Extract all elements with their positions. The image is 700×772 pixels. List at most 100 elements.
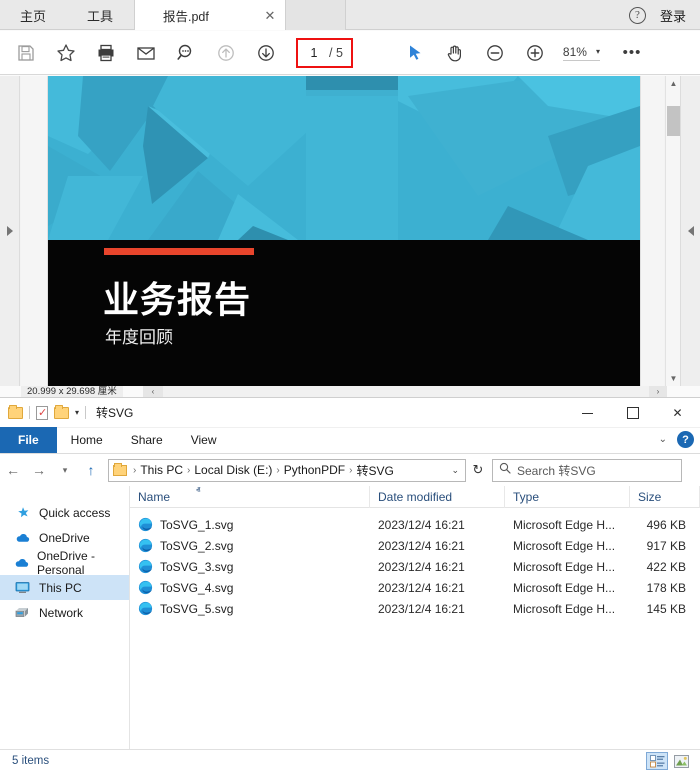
sidebar-item-label: Network (39, 605, 84, 620)
print-icon[interactable] (88, 35, 124, 71)
search-icon[interactable] (168, 35, 204, 71)
total-pages-label: / 5 (329, 45, 343, 60)
tab-home[interactable]: 主页 (0, 0, 66, 30)
tools-pane-collapse-button[interactable] (680, 76, 700, 386)
file-name-cell[interactable]: ToSVG_4.svg (130, 580, 370, 595)
column-header-date-modified[interactable]: Date modified (370, 485, 505, 508)
forward-button[interactable]: → (26, 457, 52, 483)
email-icon[interactable] (128, 35, 164, 71)
help-icon[interactable]: ? (677, 431, 694, 448)
page-number-box[interactable]: 1 / 5 (296, 37, 353, 68)
select-tool-icon[interactable] (397, 35, 433, 71)
ribbon-right-group: ⌄ ? (659, 431, 694, 448)
pdf-vertical-scrollbar[interactable]: ▲ ▼ (665, 76, 680, 386)
file-size-cell: 178 KB (646, 580, 686, 595)
column-header-size[interactable]: Size (630, 485, 700, 508)
ribbon-tab-home-label: Home (70, 433, 103, 447)
large-icons-view-button[interactable] (670, 752, 692, 770)
table-row[interactable]: ToSVG_5.svg 2023/12/4 16:21 Microsoft Ed… (130, 598, 700, 619)
cloud-icon (14, 532, 31, 544)
navigation-pane-expand-button[interactable] (0, 76, 20, 386)
breadcrumb-item-tosvg[interactable]: 转SVG (356, 462, 393, 479)
file-name-cell[interactable]: ToSVG_5.svg (130, 601, 370, 616)
sidebar-item-this-pc[interactable]: This PC (0, 575, 129, 600)
ribbon-tab-share[interactable]: Share (117, 427, 177, 453)
star-icon[interactable] (48, 35, 84, 71)
horizontal-scroll-track[interactable] (163, 386, 652, 397)
close-button[interactable]: ✕ (655, 398, 700, 428)
horizontal-scroll-right-icon[interactable]: › (649, 386, 667, 397)
sidebar-item-onedrive[interactable]: OneDrive (0, 525, 129, 550)
pdf-page-area[interactable]: 业务报告 年度回顾 (21, 76, 664, 386)
breadcrumb-separator: › (276, 464, 280, 476)
chevron-down-icon[interactable]: ▾ (75, 408, 79, 417)
sort-ascending-icon: ⱏ (196, 484, 201, 495)
column-header-size-label: Size (638, 489, 662, 504)
scroll-down-icon[interactable]: ▼ (666, 371, 681, 386)
details-view-button[interactable] (646, 752, 668, 770)
search-icon (499, 461, 511, 479)
help-icon[interactable]: ? (628, 6, 646, 24)
sign-in-button[interactable]: 登录 (660, 6, 686, 25)
chevron-down-icon[interactable]: ⌄ (451, 465, 461, 476)
ribbon-tab-home[interactable]: Home (57, 427, 117, 453)
chevron-down-icon[interactable]: ⌄ (659, 434, 667, 445)
file-name-cell[interactable]: ToSVG_2.svg (130, 538, 370, 553)
table-row[interactable]: ToSVG_2.svg 2023/12/4 16:21 Microsoft Ed… (130, 535, 700, 556)
breadcrumb-item-this-pc[interactable]: This PC (140, 463, 183, 477)
minimize-button[interactable] (565, 398, 610, 428)
search-input[interactable]: Search 转SVG (517, 462, 596, 479)
sidebar-item-onedrive-personal[interactable]: OneDrive - Personal (0, 548, 129, 577)
new-folder-icon[interactable] (54, 404, 69, 419)
file-date-cell: 2023/12/4 16:21 (378, 538, 465, 553)
up-button[interactable]: ↑ (78, 457, 104, 483)
hand-tool-icon[interactable] (437, 35, 473, 71)
window-controls: ✕ (565, 398, 700, 428)
table-row[interactable]: ToSVG_4.svg 2023/12/4 16:21 Microsoft Ed… (130, 577, 700, 598)
tab-tools[interactable]: 工具 (66, 0, 134, 30)
recent-locations-icon[interactable]: ▾ (52, 457, 78, 483)
zoom-out-icon[interactable] (477, 35, 513, 71)
star-icon (14, 506, 31, 520)
ribbon-tab-file[interactable]: File (0, 427, 57, 453)
view-toggle-group (646, 752, 700, 770)
breadcrumb[interactable]: › This PC › Local Disk (E:) › PythonPDF … (108, 458, 466, 482)
navigation-pane: Quick access OneDrive OneDrive - Persona… (0, 486, 130, 749)
ribbon-tab-share-label: Share (130, 433, 163, 447)
search-box[interactable]: Search 转SVG (492, 458, 682, 482)
geometric-artwork (48, 76, 640, 240)
file-name-cell[interactable]: ToSVG_1.svg (130, 517, 370, 532)
network-icon (14, 606, 31, 619)
column-header-name-label: Name (138, 489, 171, 504)
breadcrumb-item-local-disk[interactable]: Local Disk (E:) (194, 463, 272, 477)
previous-page-icon[interactable] (208, 35, 244, 71)
file-size-cell: 145 KB (646, 601, 686, 616)
zoom-in-icon[interactable] (517, 35, 553, 71)
refresh-icon[interactable]: ↻ (466, 459, 490, 482)
more-options-icon[interactable]: ••• (614, 35, 650, 71)
cloud-icon (14, 557, 29, 569)
save-icon[interactable] (8, 35, 44, 71)
scroll-up-icon[interactable]: ▲ (666, 76, 681, 91)
sidebar-item-quick-access[interactable]: Quick access (0, 500, 129, 525)
zoom-level-control[interactable]: 81% ▾ (562, 45, 600, 61)
close-icon[interactable]: ✕ (262, 7, 278, 23)
sidebar-item-network[interactable]: Network (0, 600, 129, 625)
properties-icon[interactable] (36, 405, 48, 420)
ribbon-tab-view[interactable]: View (177, 427, 231, 453)
folder-icon[interactable] (8, 404, 23, 419)
back-button[interactable]: ← (0, 457, 26, 483)
file-name-cell[interactable]: ToSVG_3.svg (130, 559, 370, 574)
table-row[interactable]: ToSVG_1.svg 2023/12/4 16:21 Microsoft Ed… (130, 514, 700, 535)
sidebar-item-label: OneDrive - Personal (37, 548, 96, 577)
maximize-button[interactable] (610, 398, 655, 428)
scrollbar-thumb[interactable] (667, 106, 680, 136)
breadcrumb-item-pythonpdf[interactable]: PythonPDF (284, 463, 345, 477)
column-header-type[interactable]: Type (505, 485, 630, 508)
horizontal-scroll-left-icon[interactable]: ‹ (143, 386, 163, 397)
pdf-tab-bar: 主页 工具 报告.pdf ✕ ? 登录 (0, 0, 700, 30)
column-header-name[interactable]: Name ⱏ (130, 484, 370, 508)
next-page-icon[interactable] (248, 35, 284, 71)
current-page-input[interactable]: 1 (306, 45, 322, 60)
table-row[interactable]: ToSVG_3.svg 2023/12/4 16:21 Microsoft Ed… (130, 556, 700, 577)
